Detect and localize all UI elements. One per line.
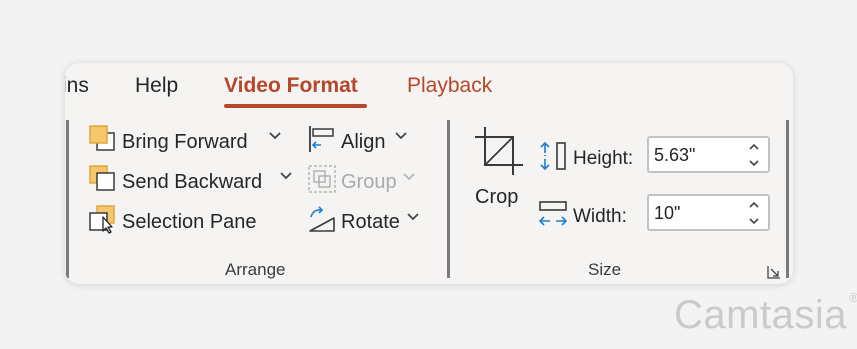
shape-height-icon	[538, 140, 568, 178]
group-label: Group	[341, 171, 397, 193]
camtasia-watermark: Camtasia ®	[674, 289, 857, 337]
tab-video-format[interactable]: Video Format	[224, 73, 358, 99]
bring-forward-icon	[88, 124, 118, 160]
rotate-icon	[307, 204, 337, 240]
width-input[interactable]: 10"	[647, 194, 770, 231]
group-dropdown[interactable]	[402, 170, 416, 189]
group-separator	[447, 120, 450, 278]
align-icon	[307, 124, 337, 160]
group-separator	[786, 120, 789, 278]
tab-addins[interactable]: ins	[65, 73, 89, 99]
rotate-button[interactable]: Rotate	[307, 204, 400, 240]
rotate-dropdown[interactable]	[406, 210, 420, 229]
group-separator	[66, 120, 69, 278]
height-control: Height:	[538, 140, 633, 178]
align-button[interactable]: Align	[307, 124, 385, 160]
crop-label: Crop	[475, 186, 519, 208]
active-tab-indicator	[224, 104, 367, 108]
selection-pane-icon	[88, 204, 118, 240]
width-label: Width:	[573, 206, 627, 227]
align-label: Align	[341, 131, 386, 153]
tab-help[interactable]: Help	[135, 73, 178, 99]
tab-playback[interactable]: Playback	[407, 73, 492, 99]
crop-button[interactable]: Crop	[471, 125, 527, 225]
bring-forward-label: Bring Forward	[122, 131, 248, 153]
height-decrease-arrow[interactable]	[748, 156, 760, 174]
arrange-group-label: Arrange	[225, 260, 286, 279]
size-group-label: Size	[588, 260, 622, 279]
height-input[interactable]: 5.63"	[647, 136, 770, 173]
selection-pane-label: Selection Pane	[122, 211, 257, 233]
width-decrease-arrow[interactable]	[748, 214, 760, 232]
send-backward-dropdown[interactable]	[279, 169, 293, 188]
send-backward-icon	[88, 164, 118, 200]
dialog-launcher-icon[interactable]	[767, 265, 781, 284]
width-control: Width:	[538, 198, 627, 236]
selection-pane-button[interactable]: Selection Pane	[88, 204, 257, 240]
shape-width-icon	[538, 198, 568, 236]
width-value: 10"	[654, 203, 681, 223]
rotate-label: Rotate	[341, 211, 400, 233]
bring-forward-dropdown[interactable]	[268, 129, 282, 148]
height-label: Height:	[573, 148, 634, 169]
send-backward-label: Send Backward	[122, 171, 263, 193]
ribbon: ins Help Video Format Playback Bring For…	[65, 63, 793, 284]
group-button[interactable]: Group	[307, 164, 397, 200]
height-value: 5.63"	[654, 145, 696, 165]
bring-forward-button[interactable]: Bring Forward	[88, 124, 248, 160]
group-icon	[307, 164, 337, 200]
align-dropdown[interactable]	[394, 129, 408, 148]
crop-icon	[473, 125, 525, 182]
send-backward-button[interactable]: Send Backward	[88, 164, 262, 200]
